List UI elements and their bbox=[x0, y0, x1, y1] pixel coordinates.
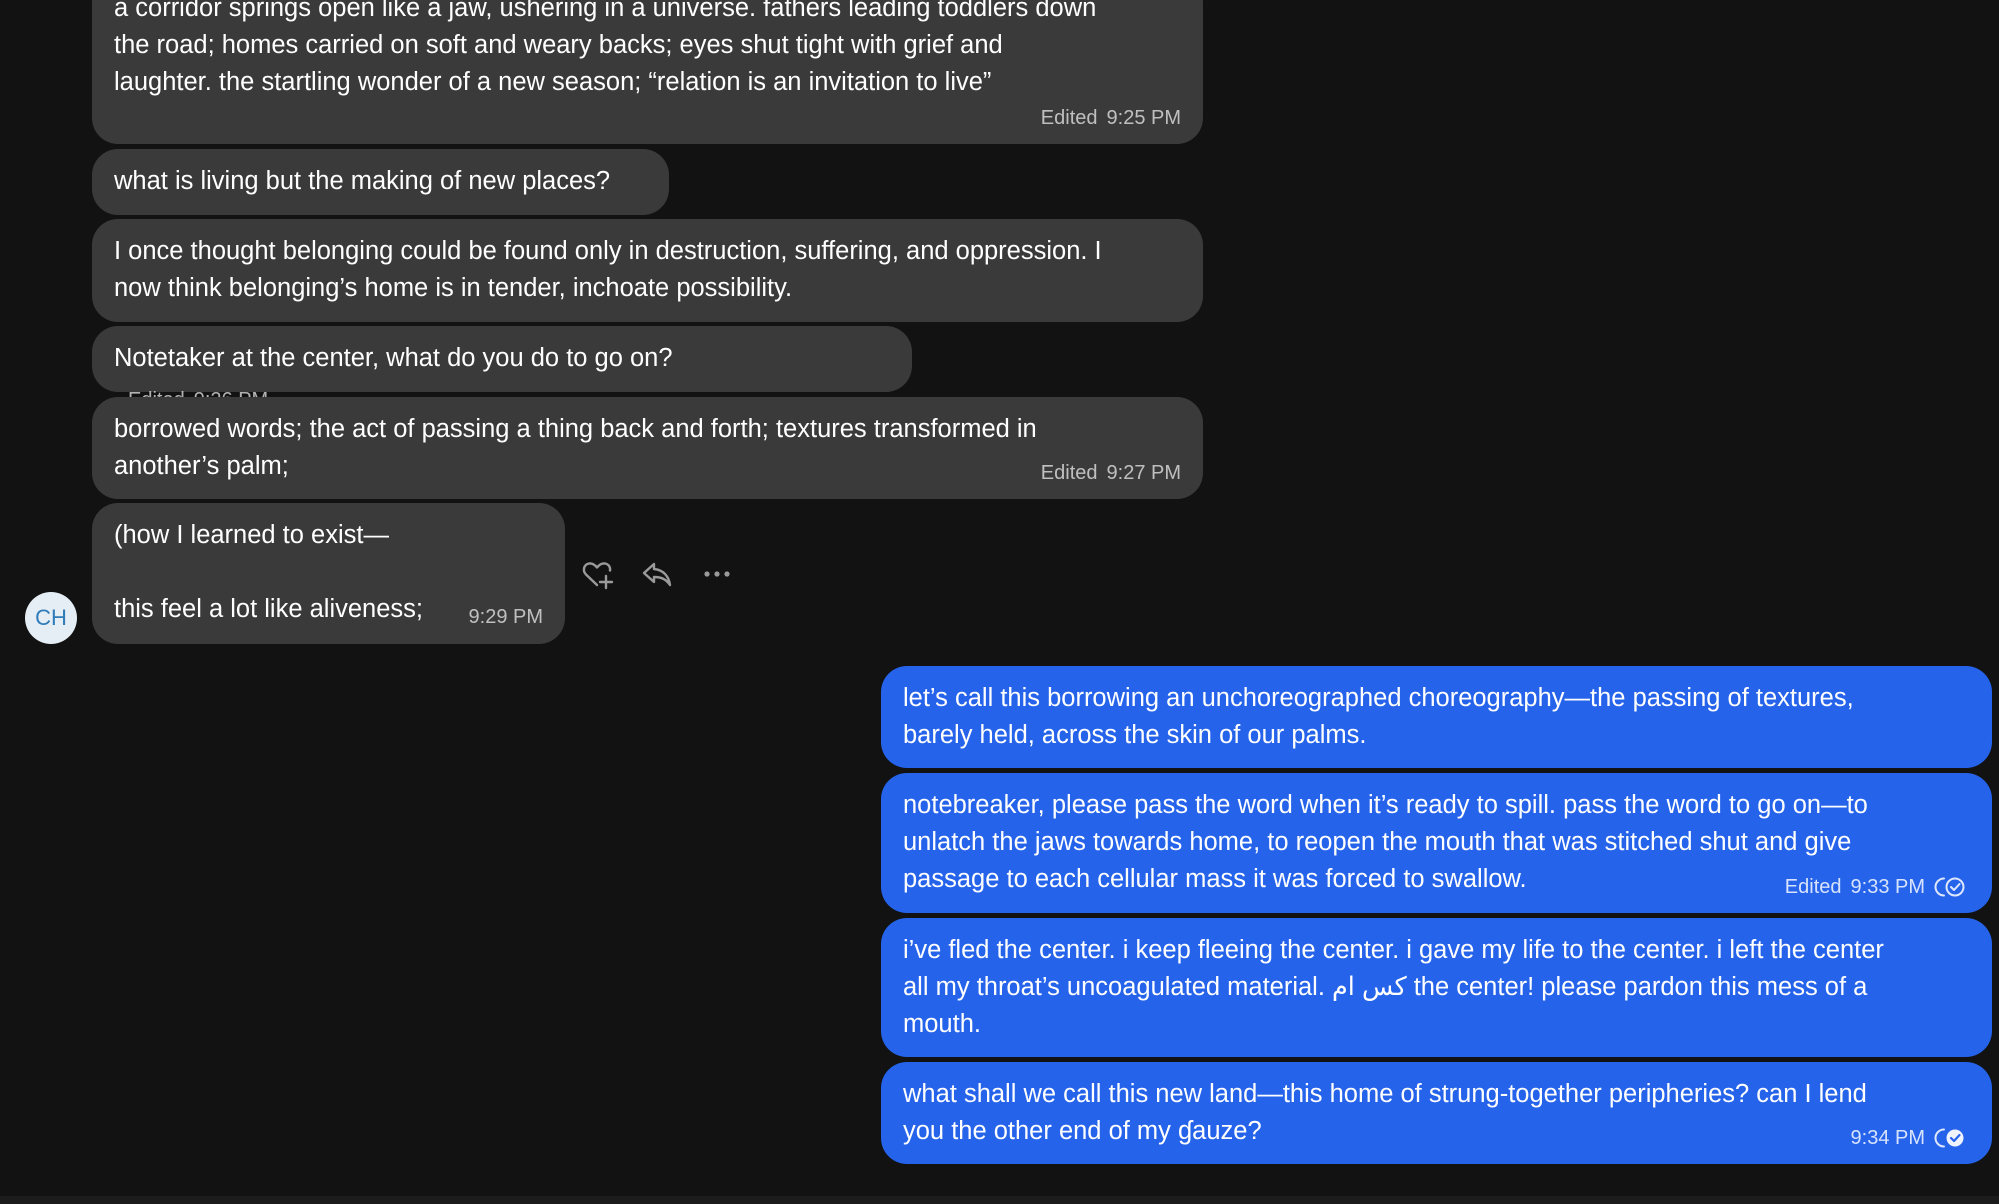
ellipsis-icon bbox=[704, 571, 730, 577]
message-meta: 9:34 PM bbox=[1851, 1126, 1970, 1150]
avatar[interactable]: CH bbox=[25, 592, 77, 644]
message-meta: Edited 9:25 PM bbox=[1041, 106, 1181, 130]
message-bubble[interactable]: Notetaker at the center, what do you do … bbox=[92, 326, 912, 411]
message-actions bbox=[578, 555, 736, 593]
bottom-divider bbox=[0, 1196, 1999, 1204]
more-options-button[interactable] bbox=[698, 555, 736, 593]
message-text: i’ve fled the center. i keep fleeing the… bbox=[903, 936, 1884, 1038]
message-text: Notetaker at the center, what do you do … bbox=[114, 344, 673, 372]
message-bubble[interactable]: i’ve fled the center. i keep fleeing the… bbox=[881, 918, 1992, 1057]
reply-button[interactable] bbox=[638, 555, 676, 593]
message-text: borrowed words; the act of passing a thi… bbox=[114, 415, 1037, 480]
message-time: 9:27 PM bbox=[1106, 462, 1181, 484]
message-bubble[interactable]: I once thought belonging could be found … bbox=[92, 219, 1203, 322]
message-bubble[interactable]: a corridor springs open like a jaw, ushe… bbox=[92, 0, 1203, 144]
message-bubble[interactable]: what shall we call this new land—this ho… bbox=[881, 1062, 1992, 1164]
double-check-icon bbox=[1934, 1128, 1964, 1148]
edited-label: Edited bbox=[1784, 876, 1842, 898]
message-text: what is living but the making of new pla… bbox=[114, 167, 611, 195]
message-text: what shall we call this new land—this ho… bbox=[903, 1080, 1867, 1145]
message-time: 9:34 PM bbox=[1850, 1127, 1925, 1149]
message-bubble[interactable]: let’s call this borrowing an unchoreogra… bbox=[881, 666, 1992, 768]
message-text: I once thought belonging could be found … bbox=[114, 237, 1102, 302]
message-meta: Edited 9:27 PM bbox=[1041, 461, 1181, 485]
add-reaction-button[interactable] bbox=[578, 555, 616, 593]
message-time: 9:29 PM bbox=[468, 606, 543, 628]
message-bubble[interactable]: borrowed words; the act of passing a thi… bbox=[92, 397, 1203, 499]
message-bubble[interactable]: notebreaker, please pass the word when i… bbox=[881, 773, 1992, 913]
edited-label: Edited bbox=[1040, 462, 1098, 484]
message-bubble[interactable]: (how I learned to exist— this feel a lot… bbox=[92, 503, 565, 644]
message-text: a corridor springs open like a jaw, ushe… bbox=[114, 0, 1097, 96]
message-meta: Edited 9:33 PM bbox=[1785, 875, 1970, 899]
message-time: 9:25 PM bbox=[1106, 107, 1181, 129]
reply-icon bbox=[642, 562, 672, 587]
message-text: let’s call this borrowing an unchoreogra… bbox=[903, 684, 1854, 749]
edited-label: Edited bbox=[1040, 107, 1098, 129]
double-check-icon bbox=[1934, 877, 1965, 897]
message-meta: 9:29 PM bbox=[469, 605, 543, 629]
message-time: 9:33 PM bbox=[1850, 876, 1925, 898]
heart-plus-icon bbox=[582, 562, 614, 590]
message-bubble[interactable]: what is living but the making of new pla… bbox=[92, 149, 669, 215]
